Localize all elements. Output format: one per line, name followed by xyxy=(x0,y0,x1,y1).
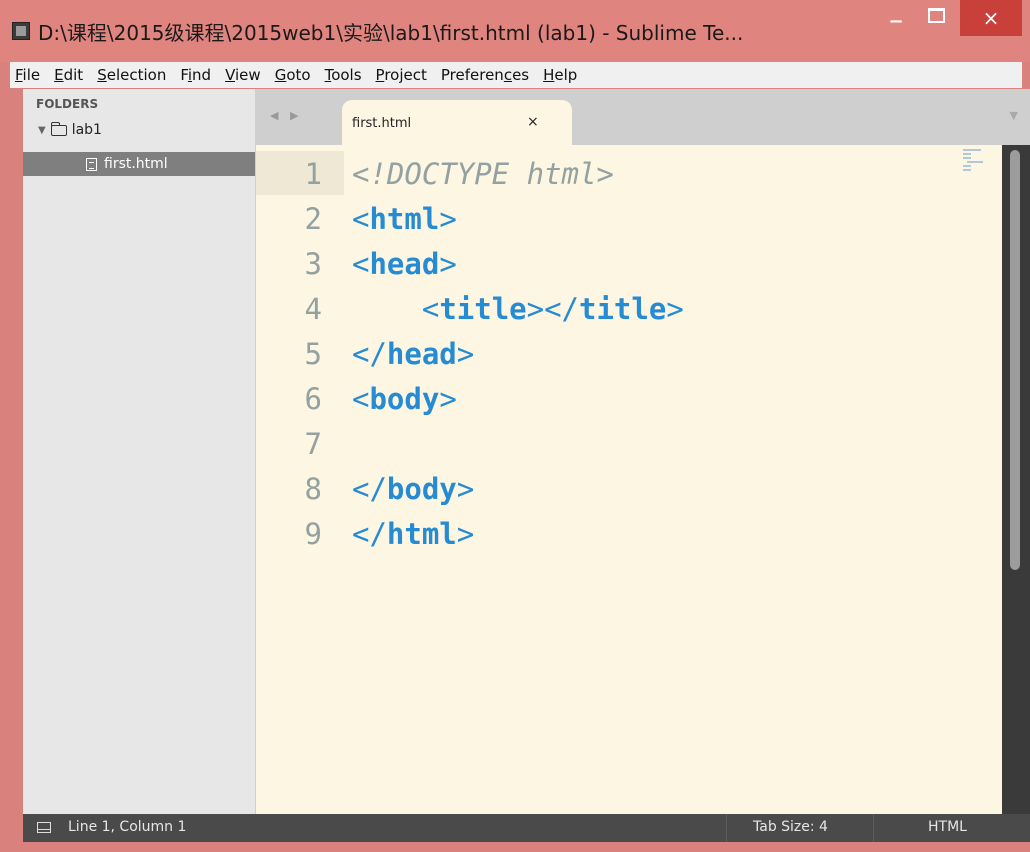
tab-title: first.html xyxy=(352,116,412,131)
line-number: 8 xyxy=(304,472,322,506)
status-divider xyxy=(873,814,874,842)
folder-item-lab1[interactable]: ▼ lab1 xyxy=(38,121,102,138)
code-text: <!DOCTYPE html> xyxy=(352,157,614,191)
scrollbar-thumb[interactable] xyxy=(1010,150,1020,570)
code-text: <title></title> xyxy=(421,292,684,326)
code-line[interactable]: 8 </body> xyxy=(256,466,996,512)
menu-goto[interactable]: Goto xyxy=(270,66,316,84)
code-line[interactable]: 6 <body> xyxy=(256,376,996,422)
code-text: </html> xyxy=(352,517,475,551)
maximize-icon xyxy=(927,7,945,23)
cursor-position: Line 1, Column 1 xyxy=(68,819,187,835)
app-icon xyxy=(12,22,30,40)
maximize-button[interactable] xyxy=(916,0,956,30)
folders-header: FOLDERS xyxy=(36,97,99,111)
menu-tools[interactable]: Tools xyxy=(320,66,367,84)
tab-menu-chevron-icon[interactable]: ▼ xyxy=(1010,109,1018,122)
line-number: 1 xyxy=(304,157,322,191)
minimap[interactable] xyxy=(963,147,989,177)
menu-help[interactable]: Help xyxy=(538,66,582,84)
file-item-first-html[interactable]: first.html xyxy=(23,152,255,176)
menu-view[interactable]: View xyxy=(220,66,266,84)
line-number: 5 xyxy=(304,337,322,371)
line-number: 9 xyxy=(304,517,322,551)
code-line[interactable]: 7 xyxy=(256,421,996,467)
status-divider xyxy=(726,814,727,842)
code-text: <head> xyxy=(352,247,457,281)
menu-bar: File Edit Selection Find View Goto Tools… xyxy=(10,62,1022,88)
menu-find[interactable]: Find xyxy=(175,66,216,84)
code-line[interactable]: 1 <!DOCTYPE html> xyxy=(256,151,996,197)
code-text: <body> xyxy=(352,382,457,416)
menu-preferences[interactable]: Preferences xyxy=(436,66,534,84)
panel-toggle-icon[interactable] xyxy=(37,822,51,833)
line-number: 7 xyxy=(304,427,322,461)
file-icon xyxy=(86,157,97,171)
window-title: D:\课程\2015级课程\2015web1\实验\lab1\first.htm… xyxy=(38,21,744,45)
menu-project[interactable]: Project xyxy=(371,66,432,84)
menu-selection[interactable]: Selection xyxy=(92,66,171,84)
line-number: 3 xyxy=(304,247,322,281)
menu-edit[interactable]: Edit xyxy=(49,66,88,84)
folder-label: lab1 xyxy=(71,122,102,138)
tab-bar: ◀ ▶ first.html × ▼ xyxy=(256,89,1030,145)
tab-size-selector[interactable]: Tab Size: 4 xyxy=(753,819,828,835)
syntax-selector[interactable]: HTML xyxy=(928,819,967,835)
minimize-button[interactable]: − xyxy=(878,6,914,36)
folder-open-icon xyxy=(50,121,67,136)
tab-first-html[interactable]: first.html × xyxy=(342,100,572,145)
code-text: </head> xyxy=(352,337,475,371)
tab-close-icon[interactable]: × xyxy=(527,114,539,130)
code-line[interactable]: 3 <head> xyxy=(256,241,996,287)
code-line[interactable]: 5 </head> xyxy=(256,331,996,377)
code-line[interactable]: 9 </html> xyxy=(256,511,996,557)
code-text: </body> xyxy=(352,472,475,506)
code-line[interactable]: 2 <html> xyxy=(256,196,996,242)
file-label: first.html xyxy=(104,156,168,172)
status-bar: Line 1, Column 1 Tab Size: 4 HTML xyxy=(23,814,1030,842)
line-number: 2 xyxy=(304,202,322,236)
close-button[interactable]: × xyxy=(960,0,1022,36)
expand-triangle-icon[interactable]: ▼ xyxy=(38,125,46,136)
line-number: 6 xyxy=(304,382,322,416)
code-line[interactable]: 4 <title></title> xyxy=(256,286,996,332)
sidebar: FOLDERS ▼ lab1 first.html xyxy=(23,89,256,814)
menu-file[interactable]: File xyxy=(10,66,45,84)
code-editor[interactable]: 1 <!DOCTYPE html> 2 <html> 3 <head> 4 <t… xyxy=(256,145,1002,814)
tab-nav-arrows-icon[interactable]: ◀ ▶ xyxy=(270,109,302,122)
code-text: <html> xyxy=(352,202,457,236)
title-bar: D:\课程\2015级课程\2015web1\实验\lab1\first.htm… xyxy=(0,0,1030,62)
line-number: 4 xyxy=(304,292,322,326)
